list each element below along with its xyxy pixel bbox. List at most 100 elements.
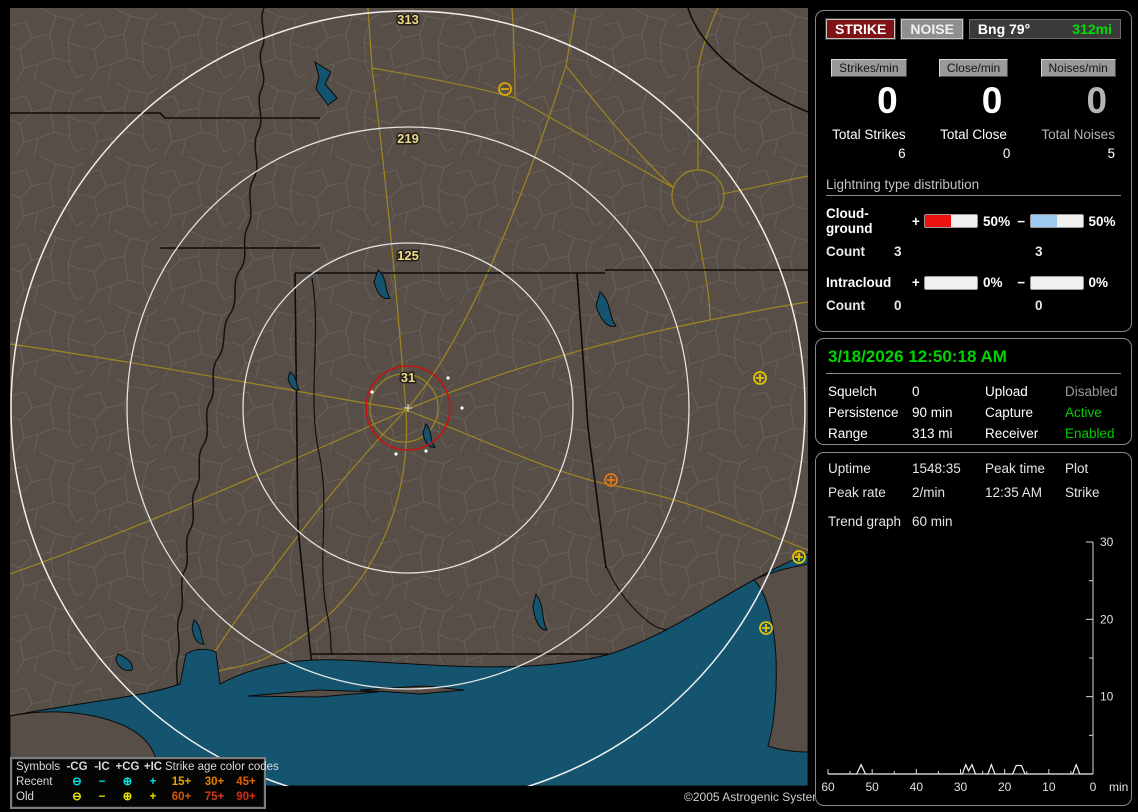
- total-strikes-value: 6: [898, 146, 906, 161]
- receiver-label: Receiver: [985, 426, 1039, 441]
- svg-text:30: 30: [1100, 535, 1114, 549]
- symbol-legend: Symbols -CG -IC +CG +IC Strike age color…: [10, 757, 279, 809]
- lightning-map[interactable]: 313 219 125 31: [10, 8, 808, 786]
- pos-cg-old-icon: ⊕: [122, 791, 133, 803]
- peak-rate-value: 2/min: [912, 485, 946, 500]
- datetime-display: 3/18/2026 12:50:18 AM: [826, 345, 1121, 374]
- peak-time-label: Peak time: [985, 461, 1046, 476]
- squelch-value: 0: [912, 384, 920, 399]
- upload-status: Disabled: [1065, 384, 1118, 399]
- noises-counter-column: Noises/min 0 Total Noises 5: [1035, 59, 1121, 161]
- cloud-ground-row: Cloud-ground + 50% − 50%: [826, 206, 1121, 236]
- total-noises-value: 5: [1107, 146, 1116, 161]
- legend-header-symbols: Symbols: [16, 761, 61, 773]
- legend-row-recent-label: Recent: [16, 776, 53, 788]
- squelch-label: Squelch: [828, 384, 877, 399]
- ring-label-31: 31: [401, 370, 415, 385]
- persistence-label: Persistence: [828, 405, 899, 420]
- capture-label: Capture: [985, 405, 1034, 420]
- cg-negative-bar: [1029, 214, 1084, 228]
- ic-negative-count: 0: [1035, 298, 1043, 313]
- neg-cg-recent-icon: ⊖: [72, 776, 82, 788]
- ic-positive-pct: 0%: [983, 275, 1003, 290]
- ic-count-label: Count: [826, 298, 865, 313]
- cg-negative-pct: 50%: [1088, 213, 1116, 229]
- strike-mode-button[interactable]: STRIKE: [826, 19, 896, 39]
- status-panel: 3/18/2026 12:50:18 AM Squelch 0 Upload D…: [815, 338, 1132, 445]
- plus-sign: +: [911, 213, 920, 229]
- trend-graph-row: Trend graph 60 min: [826, 514, 1121, 529]
- strikes-per-min-button[interactable]: Strikes/min: [831, 59, 907, 77]
- pos-ic-recent-icon: +: [149, 776, 157, 788]
- svg-text:60: 60: [821, 780, 835, 794]
- copyright-text: ©2005 Astrogenic Systems: [684, 790, 829, 804]
- minus-sign: −: [1017, 275, 1026, 290]
- mode-toolbar: STRIKE NOISE Bng 79° 312mi: [826, 19, 1121, 39]
- ic-negative-pct: 0%: [1088, 275, 1109, 290]
- trend-graph: 60 50 40 30 20 10 0 min 10 20 30: [821, 535, 1128, 794]
- legend-header-pcg: +CG: [115, 761, 140, 773]
- intracloud-label: Intracloud: [826, 275, 892, 290]
- ring-label-313: 313: [397, 12, 419, 27]
- map-canvas: 313 219 125 31: [10, 8, 808, 786]
- legend-header-age-codes: Strike age color codes: [165, 761, 279, 773]
- age-45: 45+: [236, 776, 256, 788]
- close-per-min-button[interactable]: Close/min: [938, 59, 1009, 77]
- total-close-value: 0: [1002, 146, 1011, 161]
- ic-positive-count: 0: [894, 298, 902, 313]
- stats-grid: Uptime 1548:35 Peak time Plot Peak rate …: [826, 461, 1121, 500]
- close-per-min-value: 0: [981, 80, 1003, 121]
- trend-graph-label: Trend graph: [828, 514, 902, 529]
- range-label: Range: [828, 426, 868, 441]
- svg-text:0: 0: [1090, 780, 1097, 794]
- intracloud-count-row: Count 0 0: [826, 298, 1121, 313]
- persistence-value: 90 min: [912, 405, 953, 420]
- legend-header-nic: -IC: [94, 761, 110, 773]
- ic-positive-bar: [924, 275, 979, 290]
- counters-panel: STRIKE NOISE Bng 79° 312mi Strikes/min 0…: [815, 10, 1132, 332]
- strikes-per-min-value: 0: [877, 80, 898, 121]
- cloud-ground-label: Cloud-ground: [826, 206, 873, 236]
- noise-mode-button[interactable]: NOISE: [901, 19, 963, 39]
- noises-per-min-value: 0: [1086, 80, 1108, 121]
- neg-cg-old-icon: ⊖: [72, 791, 82, 803]
- ring-label-219: 219: [397, 131, 419, 146]
- age-15: 15+: [171, 776, 192, 788]
- trend-window-value: 60 min: [912, 514, 953, 529]
- status-grid: Squelch 0 Upload Disabled Persistence 90…: [826, 384, 1121, 441]
- plus-sign: +: [911, 275, 920, 290]
- cg-positive-count: 3: [894, 244, 902, 259]
- svg-text:40: 40: [910, 780, 924, 794]
- pos-ic-old-icon: +: [149, 791, 157, 803]
- legend-header-pic: +IC: [143, 761, 163, 773]
- age-30: 30+: [204, 776, 225, 788]
- noises-per-min-button[interactable]: Noises/min: [1040, 59, 1116, 77]
- stats-panel: Uptime 1548:35 Peak time Plot Peak rate …: [815, 452, 1132, 806]
- svg-text:50: 50: [865, 780, 879, 794]
- ic-negative-bar: [1029, 275, 1084, 290]
- bearing-distance: 312mi: [1072, 21, 1112, 37]
- ring-label-125: 125: [397, 248, 419, 263]
- range-value: 313 mi: [912, 426, 953, 441]
- legend-row-old-label: Old: [16, 791, 34, 803]
- pos-cg-recent-icon: ⊕: [122, 776, 133, 788]
- bearing-display: Bng 79° 312mi: [968, 19, 1121, 39]
- neg-ic-recent-icon: −: [98, 776, 106, 788]
- svg-text:10: 10: [1100, 690, 1114, 704]
- total-close-label: Total Close: [940, 127, 1007, 142]
- svg-text:30: 30: [954, 780, 968, 794]
- total-strikes-label: Total Strikes: [832, 127, 906, 142]
- cloud-ground-count-row: Count 3 3: [826, 244, 1121, 259]
- peak-rate-label: Peak rate: [828, 485, 886, 500]
- legend-header-ncg: -CG: [66, 761, 88, 773]
- cg-positive-pct: 50%: [983, 213, 1011, 229]
- age-90: 90+: [236, 791, 256, 803]
- cg-positive-bar-fill: [925, 215, 952, 227]
- rate-counters: Strikes/min 0 Total Strikes 6 Close/min …: [826, 59, 1121, 161]
- cg-positive-bar: [924, 214, 979, 228]
- minus-sign: −: [1017, 213, 1026, 229]
- capture-status: Active: [1065, 405, 1102, 420]
- svg-text:10: 10: [1042, 780, 1056, 794]
- uptime-label: Uptime: [828, 461, 871, 476]
- close-counter-column: Close/min 0 Total Close 0: [931, 59, 1017, 161]
